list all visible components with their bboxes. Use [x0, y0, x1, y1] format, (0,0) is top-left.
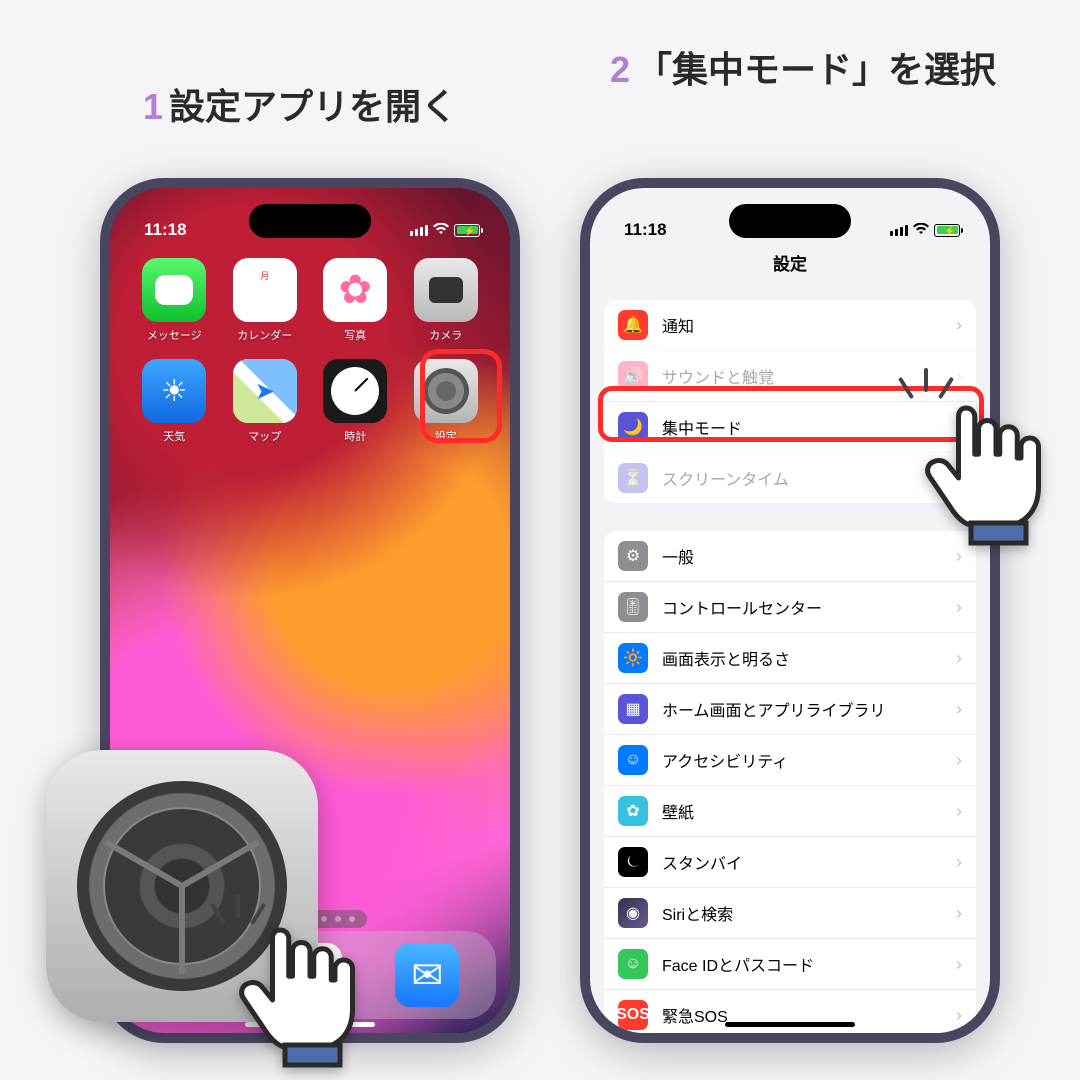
- standby-icon: ⏾: [618, 847, 648, 877]
- chevron-right-icon: ›: [956, 315, 962, 336]
- row-homescreen[interactable]: ▦ホーム画面とアプリライブラリ›: [604, 683, 976, 734]
- step2-caption: 2「集中モード」を選択: [558, 45, 1048, 95]
- maps-icon: [233, 359, 297, 423]
- step2-text: 「集中モード」を選択: [636, 49, 996, 90]
- battery-icon: ⚡: [934, 224, 960, 237]
- app-calendar[interactable]: 月15カレンダー: [225, 258, 306, 343]
- tap-hand-icon: [230, 920, 360, 1075]
- row-sos[interactable]: SOS緊急SOS›: [604, 989, 976, 1040]
- chevron-right-icon: ›: [956, 750, 962, 771]
- chevron-right-icon: ›: [956, 954, 962, 975]
- hourglass-icon: ⏳: [618, 463, 648, 493]
- status-time: 11:18: [144, 220, 187, 240]
- chevron-right-icon: ›: [956, 366, 962, 387]
- faceid-icon: ☺: [618, 949, 648, 979]
- messages-icon: [142, 258, 206, 322]
- app-photos[interactable]: 写真: [315, 258, 396, 343]
- clock-icon: [323, 359, 387, 423]
- page-title: 設定: [590, 250, 990, 275]
- accessibility-icon: ☺: [618, 745, 648, 775]
- step2-number: 2: [610, 49, 630, 90]
- wifi-icon: [913, 220, 929, 240]
- calendar-icon: 月15: [233, 258, 297, 322]
- row-standby[interactable]: ⏾スタンバイ›: [604, 836, 976, 887]
- row-faceid[interactable]: ☺Face IDとパスコード›: [604, 938, 976, 989]
- settings-icon: [414, 359, 478, 423]
- row-siri[interactable]: ◉Siriと検索›: [604, 887, 976, 938]
- cellular-icon: [890, 225, 908, 236]
- chevron-right-icon: ›: [956, 648, 962, 669]
- status-time: 11:18: [624, 220, 667, 240]
- row-wallpaper[interactable]: ✿壁紙›: [604, 785, 976, 836]
- sos-icon: SOS: [618, 1000, 648, 1030]
- flower-icon: ✿: [618, 796, 648, 826]
- speaker-icon: 🔊: [618, 361, 648, 391]
- app-settings[interactable]: 設定: [406, 359, 487, 444]
- app-weather[interactable]: 天気: [134, 359, 215, 444]
- grid-icon: ▦: [618, 694, 648, 724]
- row-control-center[interactable]: 🎚コントロールセンター›: [604, 581, 976, 632]
- chevron-right-icon: ›: [956, 597, 962, 618]
- app-messages[interactable]: メッセージ: [134, 258, 215, 343]
- dock-mail-icon[interactable]: [395, 943, 459, 1007]
- app-maps[interactable]: マップ: [225, 359, 306, 444]
- siri-icon: ◉: [618, 898, 648, 928]
- step1-number: 1: [143, 86, 163, 127]
- weather-icon: [142, 359, 206, 423]
- step1-text: 設定アプリを開く: [169, 86, 457, 127]
- status-bar: 11:18 ⚡: [110, 188, 510, 246]
- cellular-icon: [410, 225, 428, 236]
- step1-caption: 1設定アプリを開く: [90, 82, 510, 132]
- chevron-right-icon: ›: [956, 852, 962, 873]
- app-clock[interactable]: 時計: [315, 359, 396, 444]
- app-camera[interactable]: カメラ: [406, 258, 487, 343]
- chevron-right-icon: ›: [956, 699, 962, 720]
- chevron-right-icon: ›: [956, 801, 962, 822]
- bell-icon: 🔔: [618, 310, 648, 340]
- battery-icon: ⚡: [454, 224, 480, 237]
- brightness-icon: 🔆: [618, 643, 648, 673]
- row-notifications[interactable]: 🔔通知›: [604, 300, 976, 350]
- settings-screen: 11:18 ⚡ 設定 🔔通知› 🔊サウンドと触覚› 🌙集中モード› ⏳スクリーン…: [590, 188, 990, 1033]
- gear-icon: ⚙: [618, 541, 648, 571]
- photos-icon: [323, 258, 387, 322]
- row-exposure[interactable]: ✺接触通知›: [604, 1040, 976, 1043]
- phone-right: 11:18 ⚡ 設定 🔔通知› 🔊サウンドと触覚› 🌙集中モード› ⏳スクリーン…: [580, 178, 1000, 1043]
- row-display[interactable]: 🔆画面表示と明るさ›: [604, 632, 976, 683]
- chevron-right-icon: ›: [956, 903, 962, 924]
- home-indicator[interactable]: [725, 1022, 855, 1027]
- moon-icon: 🌙: [618, 412, 648, 442]
- chevron-right-icon: ›: [956, 1005, 962, 1026]
- row-accessibility[interactable]: ☺アクセシビリティ›: [604, 734, 976, 785]
- status-bar: 11:18 ⚡: [590, 188, 990, 246]
- tap-hand-icon: [916, 398, 1046, 553]
- camera-icon: [414, 258, 478, 322]
- switches-icon: 🎚: [618, 592, 648, 622]
- wifi-icon: [433, 220, 449, 240]
- row-sounds[interactable]: 🔊サウンドと触覚›: [604, 350, 976, 401]
